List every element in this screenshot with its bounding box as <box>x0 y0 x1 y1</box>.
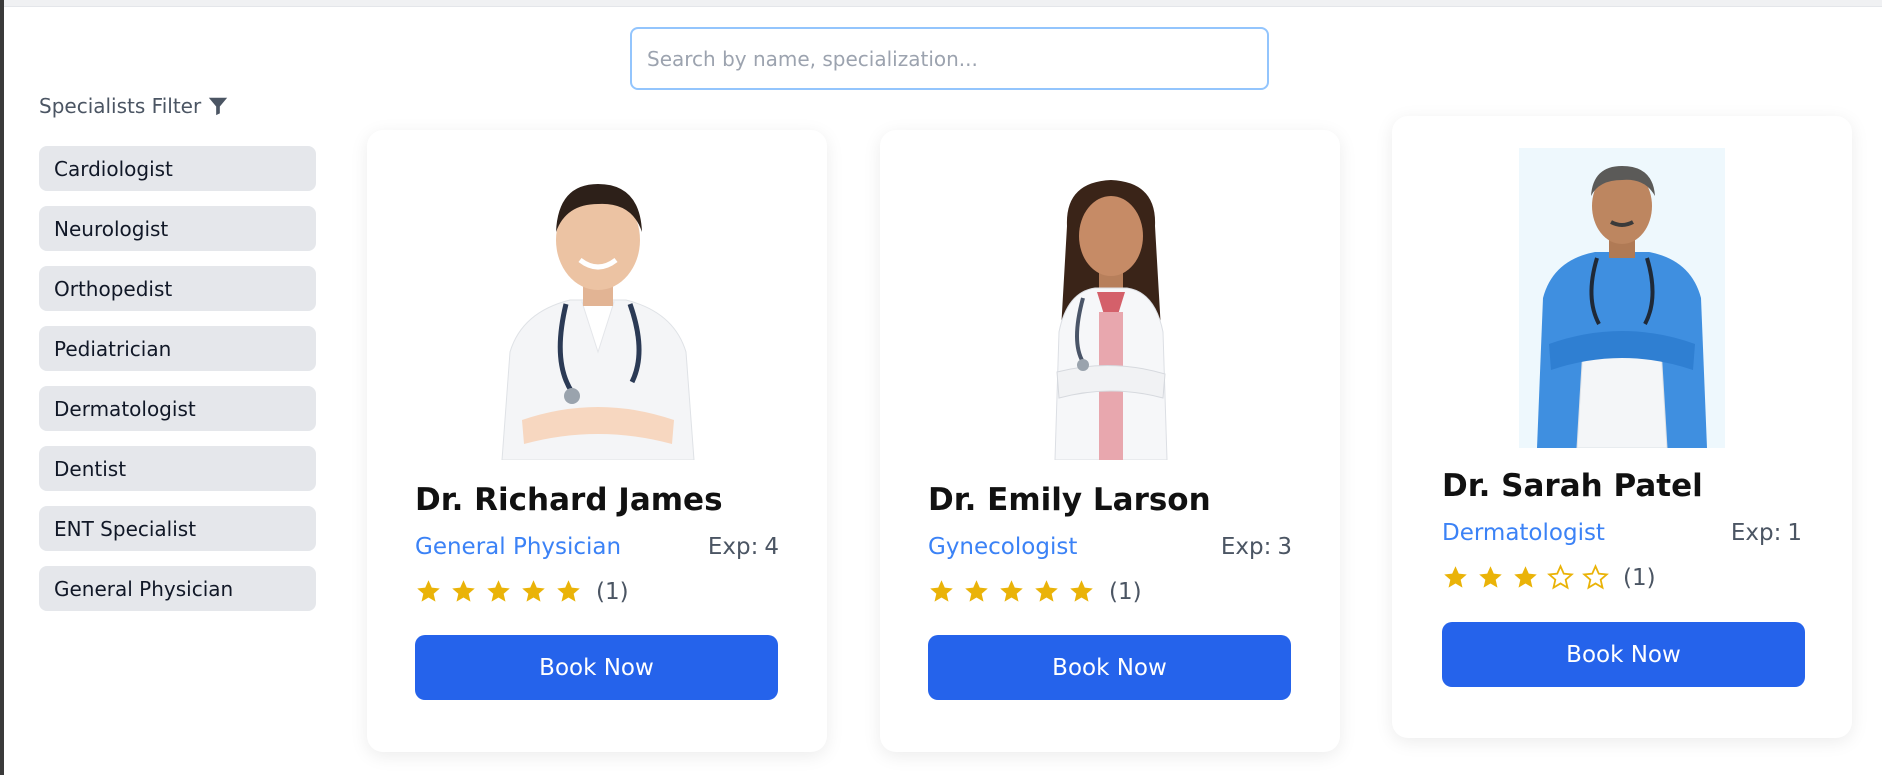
doctor-photo <box>995 162 1227 460</box>
star-filled-icon <box>1035 580 1058 602</box>
specialist-filter-list: Cardiologist Neurologist Orthopedist Ped… <box>39 146 316 626</box>
doctor-experience: Exp: 1 <box>1731 520 1802 546</box>
book-now-button[interactable]: Book Now <box>415 635 778 700</box>
doctor-card[interactable]: Dr. Emily Larson Gynecologist Exp: 3 (1) … <box>880 130 1340 752</box>
rating-count: (1) <box>1623 564 1656 591</box>
doctor-portrait-icon <box>995 162 1227 460</box>
doctor-name: Dr. Sarah Patel <box>1442 468 1703 504</box>
doctor-card[interactable]: Dr. Sarah Patel Dermatologist Exp: 1 (1) … <box>1392 116 1852 738</box>
experience-label: Exp: <box>1220 534 1272 560</box>
rating: (1) <box>415 578 629 605</box>
filter-item-dentist[interactable]: Dentist <box>39 446 316 491</box>
doctor-name: Dr. Emily Larson <box>928 482 1211 518</box>
star-filled-icon <box>930 580 953 602</box>
doctor-name: Dr. Richard James <box>415 482 723 518</box>
star-filled-icon <box>1479 566 1502 588</box>
rating: (1) <box>1442 564 1656 591</box>
filter-item-ent-specialist[interactable]: ENT Specialist <box>39 506 316 551</box>
star-filled-icon <box>1000 580 1023 602</box>
star-filled-icon <box>1514 566 1537 588</box>
star-filled-icon <box>965 580 988 602</box>
star-filled-icon <box>1070 580 1093 602</box>
top-bar <box>4 0 1882 7</box>
doctor-specialization: Gynecologist <box>928 534 1078 560</box>
filter-title-text: Specialists Filter <box>39 94 202 118</box>
search-input[interactable] <box>630 27 1269 90</box>
doctor-portrait-icon <box>482 162 714 460</box>
star-filled-icon <box>452 580 475 602</box>
star-filled-icon <box>487 580 510 602</box>
doctor-specialization: Dermatologist <box>1442 520 1605 546</box>
filter-item-general-physician[interactable]: General Physician <box>39 566 316 611</box>
experience-label: Exp: <box>1730 520 1782 546</box>
book-now-button[interactable]: Book Now <box>1442 622 1805 687</box>
filter-item-cardiologist[interactable]: Cardiologist <box>39 146 316 191</box>
filter-item-pediatrician[interactable]: Pediatrician <box>39 326 316 371</box>
star-filled-icon <box>1444 566 1467 588</box>
doctor-card[interactable]: Dr. Richard James General Physician Exp:… <box>367 130 827 752</box>
rating-count: (1) <box>1109 578 1142 605</box>
rating-count: (1) <box>596 578 629 605</box>
doctor-experience: Exp: 3 <box>1221 534 1292 560</box>
funnel-icon[interactable] <box>207 95 229 117</box>
star-filled-icon <box>557 580 580 602</box>
star-outline-icon <box>1582 564 1609 590</box>
experience-value: 4 <box>764 534 779 560</box>
filter-item-neurologist[interactable]: Neurologist <box>39 206 316 251</box>
doctor-portrait-icon <box>1519 148 1725 448</box>
experience-value: 3 <box>1277 534 1292 560</box>
experience-label: Exp: <box>707 534 759 560</box>
doctor-experience: Exp: 4 <box>708 534 779 560</box>
doctor-specialization: General Physician <box>415 534 622 560</box>
doctors-page: Specialists Filter Cardiologist Neurolog… <box>0 0 1882 775</box>
window-edge <box>0 0 4 775</box>
filter-item-orthopedist[interactable]: Orthopedist <box>39 266 316 311</box>
filter-heading: Specialists Filter <box>39 92 229 120</box>
star-filled-icon <box>417 580 440 602</box>
rating: (1) <box>928 578 1142 605</box>
doctor-photo <box>482 162 714 460</box>
filter-item-dermatologist[interactable]: Dermatologist <box>39 386 316 431</box>
experience-value: 1 <box>1787 520 1802 546</box>
book-now-button[interactable]: Book Now <box>928 635 1291 700</box>
star-filled-icon <box>522 580 545 602</box>
doctor-photo <box>1519 148 1725 448</box>
star-outline-icon <box>1547 564 1574 590</box>
